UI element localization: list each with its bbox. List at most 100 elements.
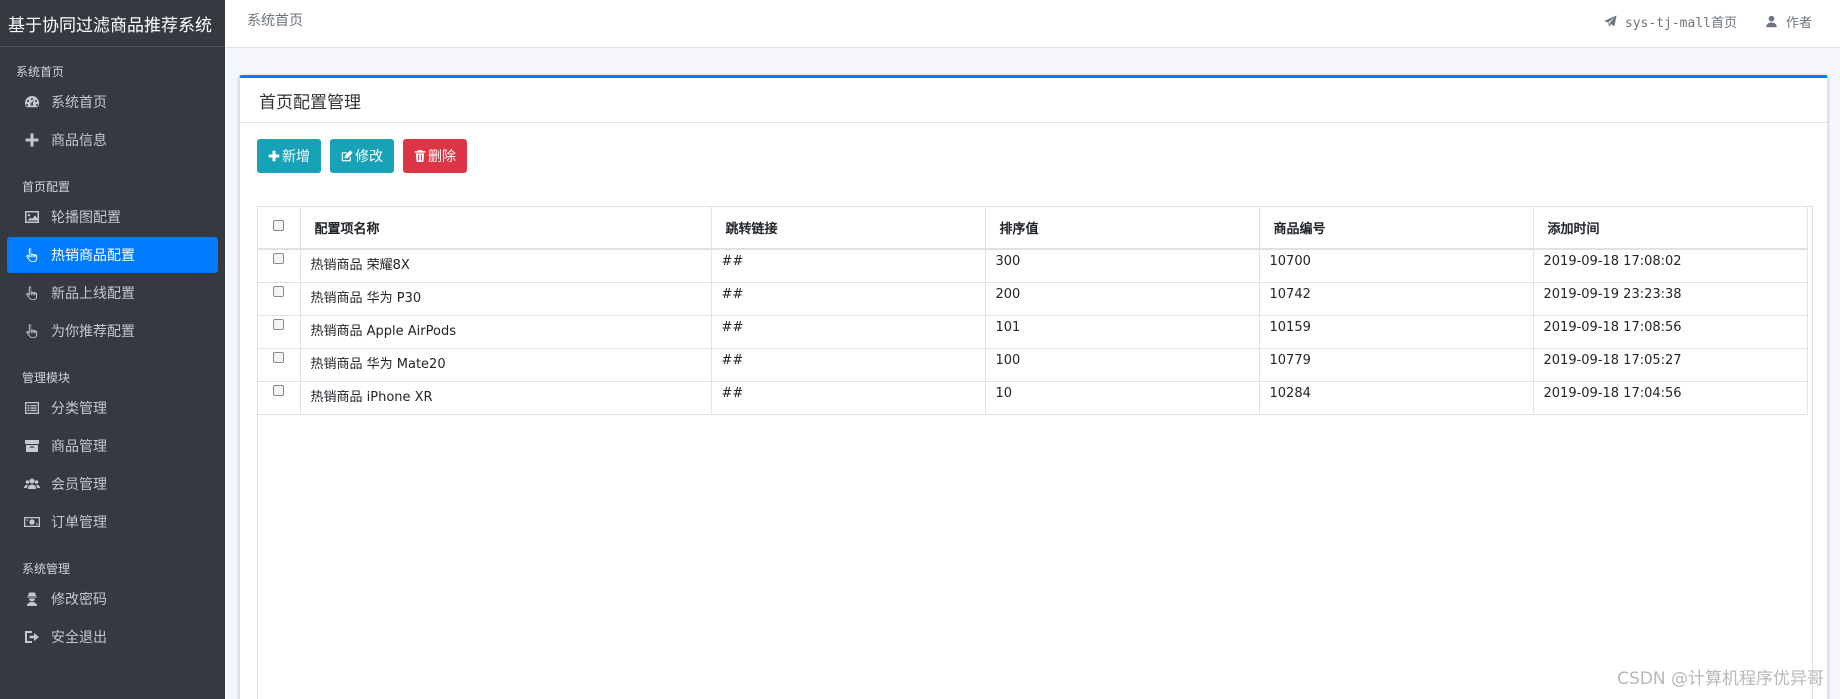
cell-goods-id: 10284	[1259, 381, 1534, 415]
users-icon	[23, 475, 41, 493]
money-bill-icon	[23, 513, 41, 531]
column-header-created[interactable]: 添加时间	[1533, 207, 1808, 250]
cell-created: 2019-09-19 23:23:38	[1533, 282, 1808, 316]
add-button-label: 新增	[282, 149, 310, 165]
sidebar-item-goods-manage[interactable]: 商品管理	[7, 428, 218, 464]
edit-button[interactable]: 修改	[330, 139, 394, 173]
config-table-wrap: 配置项名称 跳转链接 排序值 商品编号 添加时间 热销商品 荣耀8X ## 30…	[257, 206, 1813, 699]
delete-button-label: 删除	[428, 149, 456, 165]
column-header-rank[interactable]: 排序值	[985, 207, 1260, 250]
toolbar: 新增 修改 删除	[257, 139, 476, 173]
nav-header-manage: 管理模块	[22, 371, 71, 385]
sidebar-item-new-goods[interactable]: 新品上线配置	[7, 275, 218, 311]
sidebar-item-label: 系统首页	[51, 95, 107, 111]
column-header-name[interactable]: 配置项名称	[300, 207, 712, 250]
add-button[interactable]: 新增	[257, 139, 321, 173]
sidebar-item-label: 修改密码	[51, 592, 107, 608]
row-checkbox[interactable]	[273, 318, 285, 330]
cell-name: 热销商品 华为 Mate20	[300, 348, 712, 382]
sidebar-item-category[interactable]: 分类管理	[7, 390, 218, 426]
plus-icon	[268, 150, 280, 162]
sidebar-item-orders[interactable]: 订单管理	[7, 504, 218, 540]
hand-pointer-icon	[23, 322, 41, 340]
cell-goods-id: 10742	[1259, 282, 1534, 316]
nav-header-index-config: 首页配置	[22, 180, 71, 194]
cell-url: ##	[711, 315, 986, 349]
sidebar-item-label: 分类管理	[51, 401, 107, 417]
topbar: 系统首页 sys-tj-mall首页 作者	[225, 0, 1840, 48]
row-checkbox[interactable]	[273, 384, 285, 396]
sidebar-item-dashboard[interactable]: 系统首页	[7, 84, 218, 120]
row-checkbox[interactable]	[273, 253, 285, 264]
cell-url: ##	[711, 249, 986, 283]
hand-pointer-icon	[23, 284, 41, 302]
sidebar-item-carousel[interactable]: 轮播图配置	[7, 199, 218, 235]
config-table: 配置项名称 跳转链接 排序值 商品编号 添加时间 热销商品 荣耀8X ## 30…	[258, 207, 1808, 415]
sidebar-item-members[interactable]: 会员管理	[7, 466, 218, 502]
table-row[interactable]: 热销商品 荣耀8X ## 300 10700 2019-09-18 17:08:…	[258, 249, 1808, 283]
topbar-right: sys-tj-mall首页 作者	[1603, 0, 1840, 42]
cell-goods-id: 10159	[1259, 315, 1534, 349]
cell-created: 2019-09-18 17:05:27	[1533, 348, 1808, 382]
cell-name: 热销商品 Apple AirPods	[300, 315, 712, 349]
select-all-checkbox[interactable]	[273, 220, 285, 231]
cell-rank: 100	[985, 348, 1260, 382]
user-icon	[1766, 15, 1777, 27]
sidebar-item-hot-goods[interactable]: 热销商品配置	[7, 237, 218, 273]
cell-url: ##	[711, 381, 986, 415]
cell-url: ##	[711, 282, 986, 316]
table-header-row: 配置项名称 跳转链接 排序值 商品编号 添加时间	[258, 207, 1808, 250]
table-row[interactable]: 热销商品 华为 Mate20 ## 100 10779 2019-09-18 1…	[258, 348, 1808, 382]
cell-rank: 101	[985, 315, 1260, 349]
cell-created: 2019-09-18 17:08:02	[1533, 249, 1808, 283]
row-checkbox[interactable]	[273, 285, 285, 297]
dashboard-icon	[23, 93, 41, 111]
sidebar-item-change-password[interactable]: 修改密码	[7, 581, 218, 617]
sidebar-item-label: 会员管理	[51, 477, 107, 493]
sidebar-item-recommend[interactable]: 为你推荐配置	[7, 313, 218, 349]
table-row[interactable]: 热销商品 Apple AirPods ## 101 10159 2019-09-…	[258, 315, 1808, 349]
list-icon	[23, 399, 41, 417]
column-header-url[interactable]: 跳转链接	[711, 207, 986, 250]
sidebar-item-goods-info[interactable]: 商品信息	[7, 122, 218, 158]
user-secret-icon	[23, 590, 41, 608]
image-icon	[23, 208, 41, 226]
cell-name: 热销商品 华为 P30	[300, 282, 712, 316]
sidebar: 基于协同过滤商品推荐系统 系统首页 系统首页 商品信息 首页配置 轮播图配置 热…	[0, 0, 225, 699]
mall-home-label: sys-tj-mall首页	[1624, 15, 1737, 31]
sidebar-item-label: 商品信息	[51, 133, 107, 149]
edit-button-label: 修改	[355, 149, 383, 165]
mall-home-link[interactable]: sys-tj-mall首页	[1603, 12, 1737, 31]
sidebar-item-label: 轮播图配置	[51, 210, 121, 226]
watermark: CSDN @计算机程序优异哥	[1617, 669, 1824, 689]
table-row[interactable]: 热销商品 iPhone XR ## 10 10284 2019-09-18 17…	[258, 381, 1808, 415]
table-row[interactable]: 热销商品 华为 P30 ## 200 10742 2019-09-19 23:2…	[258, 282, 1808, 316]
nav-header-home: 系统首页	[16, 65, 65, 79]
cell-created: 2019-09-18 17:08:56	[1533, 315, 1808, 349]
author-label: 作者	[1785, 15, 1812, 31]
author-link[interactable]: 作者	[1765, 12, 1812, 31]
cell-rank: 10	[985, 381, 1260, 415]
cell-goods-id: 10779	[1259, 348, 1534, 382]
sign-out-icon	[23, 628, 41, 646]
hand-pointer-icon	[23, 246, 41, 264]
config-card: 首页配置管理 新增 修改 删除 配置项名称 跳转链接 排序值 商品编号 添加时间…	[239, 75, 1828, 699]
delete-button[interactable]: 删除	[403, 139, 467, 173]
card-title: 首页配置管理	[240, 78, 1827, 123]
trash-icon	[414, 150, 426, 162]
cell-name: 热销商品 荣耀8X	[300, 249, 712, 283]
plus-icon	[23, 131, 41, 149]
nav-header-system: 系统管理	[22, 562, 71, 576]
sidebar-item-label: 为你推荐配置	[51, 324, 135, 340]
cell-url: ##	[711, 348, 986, 382]
cell-goods-id: 10700	[1259, 249, 1534, 283]
sidebar-item-label: 订单管理	[51, 515, 107, 531]
edit-icon	[341, 150, 353, 162]
column-header-goods-id[interactable]: 商品编号	[1259, 207, 1534, 250]
brand-title[interactable]: 基于协同过滤商品推荐系统	[0, 0, 225, 47]
row-checkbox[interactable]	[273, 351, 285, 363]
topbar-home-link[interactable]: 系统首页	[247, 0, 303, 42]
sidebar-item-logout[interactable]: 安全退出	[7, 619, 218, 655]
cell-name: 热销商品 iPhone XR	[300, 381, 712, 415]
cell-rank: 300	[985, 249, 1260, 283]
